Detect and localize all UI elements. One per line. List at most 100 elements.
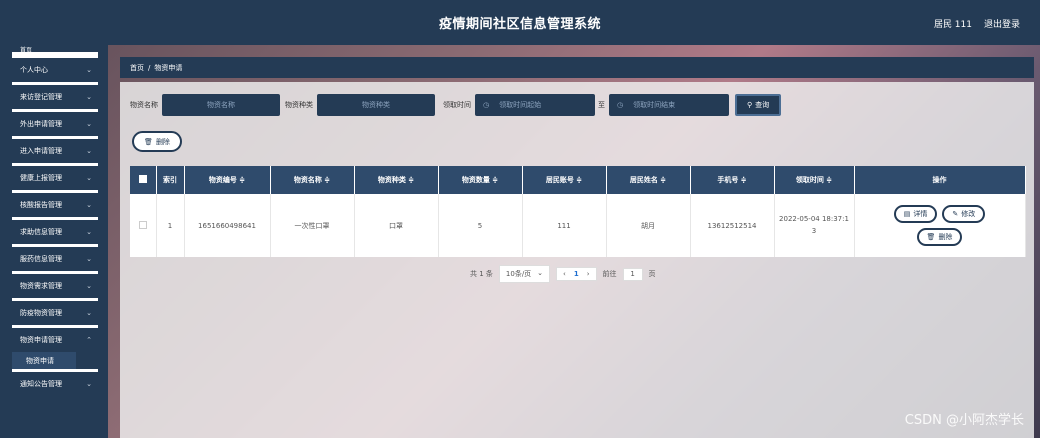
start-date-placeholder: 领取时间起始 — [499, 101, 542, 109]
row-checkbox[interactable] — [130, 194, 157, 257]
sidebar-item-medicine[interactable]: 服药信息管理 ⌄ — [12, 244, 98, 271]
sidebar-item-demand[interactable]: 物资需求管理 ⌄ — [12, 271, 98, 298]
chevron-down-icon: ⌄ — [86, 282, 92, 290]
column-header[interactable]: 居民账号 ≑ — [522, 166, 607, 194]
cell-code: 1651660498641 — [184, 194, 271, 257]
delete-label: 删除 — [155, 137, 170, 146]
sidebar-item-help[interactable]: 求助信息管理 ⌄ — [12, 217, 98, 244]
row-delete-button[interactable]: 🗑 删除 — [916, 228, 963, 246]
cell-name: 一次性口罩 — [270, 194, 355, 257]
next-page-icon[interactable]: › — [587, 270, 590, 278]
sidebar-item-label: 个人中心 — [20, 66, 48, 74]
query-button[interactable]: ⚲ 查询 — [735, 94, 782, 116]
page-size-select[interactable]: 10条/页 ⌄ — [498, 265, 551, 283]
to-label: 至 — [598, 101, 605, 109]
sidebar-item-enter[interactable]: 进入申请管理 ⌄ — [12, 136, 98, 163]
end-date-input[interactable]: ◷ 领取时间结束 — [609, 94, 729, 116]
clock-icon: ◷ — [617, 101, 624, 109]
sidebar-item-label: 来访登记管理 — [20, 93, 62, 101]
pagination: 共 1 条 10条/页 ⌄ ‹ 1 › 前往 1 页 — [470, 265, 656, 283]
start-date-input[interactable]: ◷ 领取时间起始 — [475, 94, 595, 116]
breadcrumb-separator: / — [148, 63, 151, 72]
detail-button[interactable]: ▤ 详情 — [893, 205, 938, 223]
select-all-checkbox[interactable] — [130, 166, 157, 194]
sidebar-item-supplies[interactable]: 防疫物资管理 ⌄ — [12, 298, 98, 325]
sidebar-item-label: 物资需求管理 — [20, 282, 62, 290]
column-header: 索引 — [156, 166, 185, 194]
column-header[interactable]: 手机号 ≑ — [690, 166, 775, 194]
sidebar-item-visit[interactable]: 来访登记管理 ⌄ — [12, 82, 98, 109]
chevron-up-icon: ⌃ — [86, 336, 92, 344]
column-header[interactable]: 领取时间 ≑ — [774, 166, 855, 194]
column-header: 操作 — [854, 166, 1026, 194]
sidebar: 首页 个人中心 ⌄ 来访登记管理 ⌄ 外出申请管理 ⌄ 进入申请管理 ⌄ 健康上报管理 ⌄… — [0, 45, 108, 438]
name-label: 物资名称 — [130, 101, 158, 109]
name-input[interactable]: 物资名称 — [162, 94, 280, 116]
chevron-down-icon: ⌄ — [86, 309, 92, 317]
goto-label: 前往 — [602, 270, 617, 278]
column-header[interactable]: 物资名称 ≑ — [270, 166, 355, 194]
column-header[interactable]: 居民姓名 ≑ — [606, 166, 691, 194]
user-name: 居民 111 — [933, 20, 972, 30]
chevron-down-icon: ⌄ — [86, 201, 92, 209]
pager-total: 共 1 条 — [470, 270, 493, 278]
sidebar-item-label: 外出申请管理 — [20, 120, 62, 128]
column-header[interactable]: 物资编号 ≑ — [184, 166, 271, 194]
sidebar-subitem-apply[interactable]: 物资申请 — [12, 352, 76, 369]
document-icon: ▤ — [903, 210, 911, 218]
sidebar-item-notice[interactable]: 通知公告管理 ⌄ — [12, 369, 98, 396]
logout-link[interactable]: 退出登录 — [984, 17, 1020, 30]
table-row: 1 1651660498641 一次性口罩 口罩 5 111 胡月 136125… — [130, 194, 1026, 257]
main-panel: 物资名称 物资名称 物资种类 物资种类 领取时间 ◷ 领取时间起始 至 ◷ 领取时间… — [120, 82, 1034, 438]
column-header[interactable]: 物资数量 ≑ — [438, 166, 523, 194]
page-unit: 页 — [648, 270, 656, 278]
breadcrumb-home[interactable]: 首页 — [130, 63, 144, 73]
app-title: 疫情期间社区信息管理系统 — [438, 17, 601, 32]
chevron-down-icon: ⌄ — [86, 93, 92, 101]
cell-phone: 13612512514 — [690, 194, 775, 257]
cell-actions: ▤ 详情 ✎ 修改 🗑 删除 — [854, 194, 1026, 257]
detail-label: 详情 — [913, 210, 928, 218]
chevron-down-icon: ⌄ — [86, 255, 92, 263]
cell-account: 111 — [522, 194, 607, 257]
sidebar-item-label: 核酸报告管理 — [20, 201, 62, 209]
goto-input[interactable]: 1 — [622, 267, 643, 281]
batch-delete-button[interactable]: 🗑 删除 — [132, 131, 182, 152]
breadcrumb: 首页 / 物资申请 — [120, 57, 1034, 78]
chevron-down-icon: ⌄ — [537, 269, 544, 277]
sidebar-item-out[interactable]: 外出申请管理 ⌄ — [12, 109, 98, 136]
watermark: CSDN @小阿杰学长 — [904, 413, 1024, 428]
column-header[interactable]: 物资种类 ≑ — [354, 166, 439, 194]
sidebar-item-health[interactable]: 健康上报管理 ⌄ — [12, 163, 98, 190]
cell-resident: 胡月 — [606, 194, 691, 257]
sidebar-item-home[interactable]: 首页 — [12, 45, 98, 55]
current-page[interactable]: 1 — [574, 270, 579, 278]
breadcrumb-current: 物资申请 — [154, 63, 183, 72]
query-label: 查询 — [755, 101, 770, 109]
sidebar-item-label: 物资申请管理 — [20, 336, 62, 344]
type-label: 物资种类 — [285, 101, 313, 109]
clock-icon: ◷ — [483, 101, 490, 109]
type-input[interactable]: 物资种类 — [317, 94, 435, 116]
cell-index: 1 — [156, 194, 185, 257]
search-icon: ⚲ — [747, 101, 753, 109]
edit-label: 修改 — [961, 210, 976, 218]
sidebar-item-label: 进入申请管理 — [20, 147, 62, 155]
sidebar-item-nucleic[interactable]: 核酸报告管理 ⌄ — [12, 190, 98, 217]
prev-page-icon[interactable]: ‹ — [563, 270, 566, 278]
sidebar-item-label: 首页 — [20, 47, 33, 54]
sidebar-item-profile[interactable]: 个人中心 ⌄ — [12, 55, 98, 82]
time-label: 领取时间 — [443, 101, 471, 109]
data-table: 索引 物资编号 ≑ 物资名称 ≑ 物资种类 ≑ 物资数量 ≑ 居民账号 ≑ 居民… — [130, 166, 1026, 257]
user-area: 居民 111 退出登录 — [934, 17, 1020, 30]
edit-icon: ✎ — [952, 210, 959, 218]
chevron-down-icon: ⌄ — [86, 66, 92, 74]
search-row: 物资名称 物资名称 物资种类 物资种类 领取时间 ◷ 领取时间起始 至 ◷ 领取时间… — [130, 94, 782, 116]
sidebar-item-label: 健康上报管理 — [20, 174, 62, 182]
chevron-down-icon: ⌄ — [86, 120, 92, 128]
edit-button[interactable]: ✎ 修改 — [942, 205, 986, 223]
end-date-placeholder: 领取时间结束 — [633, 101, 676, 109]
cell-type: 口罩 — [354, 194, 439, 257]
sidebar-item-apply[interactable]: 物资申请管理 ⌃ — [12, 325, 98, 352]
cell-time: 2022-05-04 18:37:13 — [774, 194, 855, 257]
